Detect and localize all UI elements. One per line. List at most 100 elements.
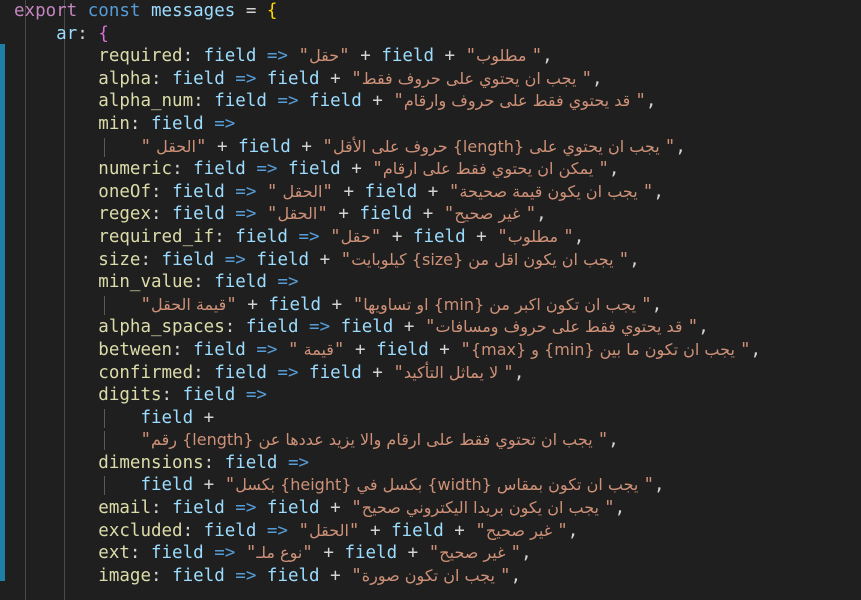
arrow-operator: =>: [245, 159, 288, 180]
quote: ": [618, 249, 630, 270]
colon: :: [193, 91, 215, 112]
key-image: image: [98, 565, 151, 586]
code-line[interactable]: required_if: field => "حقل" + field + " …: [0, 226, 861, 249]
arrow-operator: =>: [235, 385, 278, 406]
brace-open-magenta: {: [98, 23, 109, 44]
code-line[interactable]: between: field => "قيمة " + field + " يج…: [0, 339, 861, 362]
arabic-string: غير صحيح: [454, 204, 526, 224]
arabic-string: حقل: [340, 226, 371, 246]
comma: ,: [521, 543, 532, 564]
code-line[interactable]: alpha_spaces: field => field + " قد يحتو…: [0, 316, 861, 339]
code-line[interactable]: field + " يجب ان تكون بمقاس {width} بكسل…: [0, 474, 861, 497]
concat: +: [412, 204, 444, 225]
code-line[interactable]: oneOf: field => "الحقل " + field + " يجب…: [0, 181, 861, 204]
code-line[interactable]: export const messages = {: [0, 0, 861, 23]
quote: ": [641, 294, 652, 315]
code-line[interactable]: image: field => field + " يجب ان تكون صو…: [0, 565, 861, 588]
code-line[interactable]: alpha_num: field => field + " قد يحتوي ف…: [0, 90, 861, 113]
comma: ,: [750, 339, 762, 360]
key-email: email: [98, 498, 151, 519]
code-line[interactable]: required: field => "حقل" + field + " مطل…: [0, 45, 861, 68]
colon: :: [150, 498, 173, 519]
quote: ": [266, 181, 278, 202]
code-line[interactable]: ext: field => "نوع ملـ" + field + " غير …: [0, 542, 861, 565]
param-field: field: [309, 91, 362, 112]
code-line[interactable]: min: field =>: [0, 113, 861, 136]
code-line[interactable]: numeric: field => field + " يمكن ان يحتو…: [0, 158, 861, 181]
key-between: between: [98, 339, 173, 360]
colon: :: [203, 452, 225, 473]
brace-open-yellow: {: [266, 1, 278, 21]
arrow-operator: =>: [224, 68, 267, 89]
comma: ,: [614, 498, 626, 519]
code-line[interactable]: min_value: field =>: [0, 271, 861, 294]
arrow-operator: =>: [224, 498, 267, 519]
code-line[interactable]: alpha: field => field + " يجب ان يحتوي ع…: [0, 68, 861, 91]
param-field: field: [344, 543, 398, 564]
param-field: field: [340, 317, 394, 338]
quote: ": [140, 136, 151, 157]
concat: +: [361, 362, 394, 383]
param-field: field: [238, 136, 291, 157]
code-line[interactable]: excluded: field => "الحقل" + field + " غ…: [0, 520, 861, 543]
arrow-operator: =>: [266, 91, 310, 112]
quote: ": [460, 339, 471, 360]
colon: :: [172, 339, 194, 360]
concat: +: [236, 294, 269, 315]
arabic-string: حقل: [309, 46, 340, 66]
param-field: field: [268, 294, 322, 315]
param-field: field: [140, 407, 194, 428]
code-line[interactable]: ar: {: [0, 23, 861, 46]
code-editor[interactable]: export const messages = { ar: { required…: [0, 0, 861, 600]
comma: ,: [536, 204, 547, 225]
code-line[interactable]: size: field => field + " يجب ان يكون اقل…: [0, 249, 861, 272]
param-field: field: [266, 565, 320, 586]
concat: +: [319, 565, 352, 586]
arabic-string: قد يحتوي فقط على حروف ومسافات: [435, 317, 688, 337]
quote: ": [302, 543, 313, 564]
comma: ,: [653, 475, 665, 496]
code-line[interactable]: " يجب ان تحتوي فقط على ارقام والا يزيد ع…: [0, 429, 861, 452]
code-line[interactable]: digits: field =>: [0, 384, 861, 407]
comma: ,: [675, 136, 686, 157]
code-line[interactable]: field +: [0, 407, 861, 430]
quote: ": [393, 91, 404, 112]
arrow-operator: =>: [298, 317, 341, 338]
code-line[interactable]: "قيمة الحقل" + field + " يجب ان تكون اكب…: [0, 294, 861, 317]
colon: :: [193, 362, 215, 383]
key-alpha: alpha: [98, 68, 151, 89]
param-field: field: [364, 181, 418, 202]
code-content[interactable]: export const messages = { ar: { required…: [0, 0, 861, 587]
code-line[interactable]: email: field => field + " يجب ان يكون بر…: [0, 497, 861, 520]
quote: ": [475, 520, 486, 541]
colon: :: [172, 159, 194, 180]
code-line[interactable]: dimensions: field =>: [0, 452, 861, 475]
arrow-operator: =>: [245, 339, 288, 360]
quote: ": [351, 68, 362, 89]
colon: :: [182, 520, 204, 541]
arabic-string: يجب ان يكون قيمة صحيحة: [459, 181, 643, 201]
comma: ,: [645, 91, 657, 112]
arrow-operator: =>: [214, 249, 257, 270]
inline-indent-guide: [104, 476, 105, 496]
code-line[interactable]: confirmed: field => field + " لا يماثل ا…: [0, 362, 861, 385]
quote: ": [370, 226, 382, 247]
colon: :: [140, 249, 162, 270]
arabic-string: يجب ان تكون بمقاس {width} بكسل في {heigh…: [235, 475, 644, 495]
param-field: field: [172, 565, 225, 586]
assign-operator: =: [235, 1, 267, 21]
code-line[interactable]: regex: field => "الحقل" + field + " غير …: [0, 203, 861, 226]
code-line[interactable]: "الحقل " + field + " يجب ان يحتوي على {l…: [0, 136, 861, 159]
inline-indent-guide: [104, 431, 105, 451]
concat: +: [312, 543, 345, 564]
